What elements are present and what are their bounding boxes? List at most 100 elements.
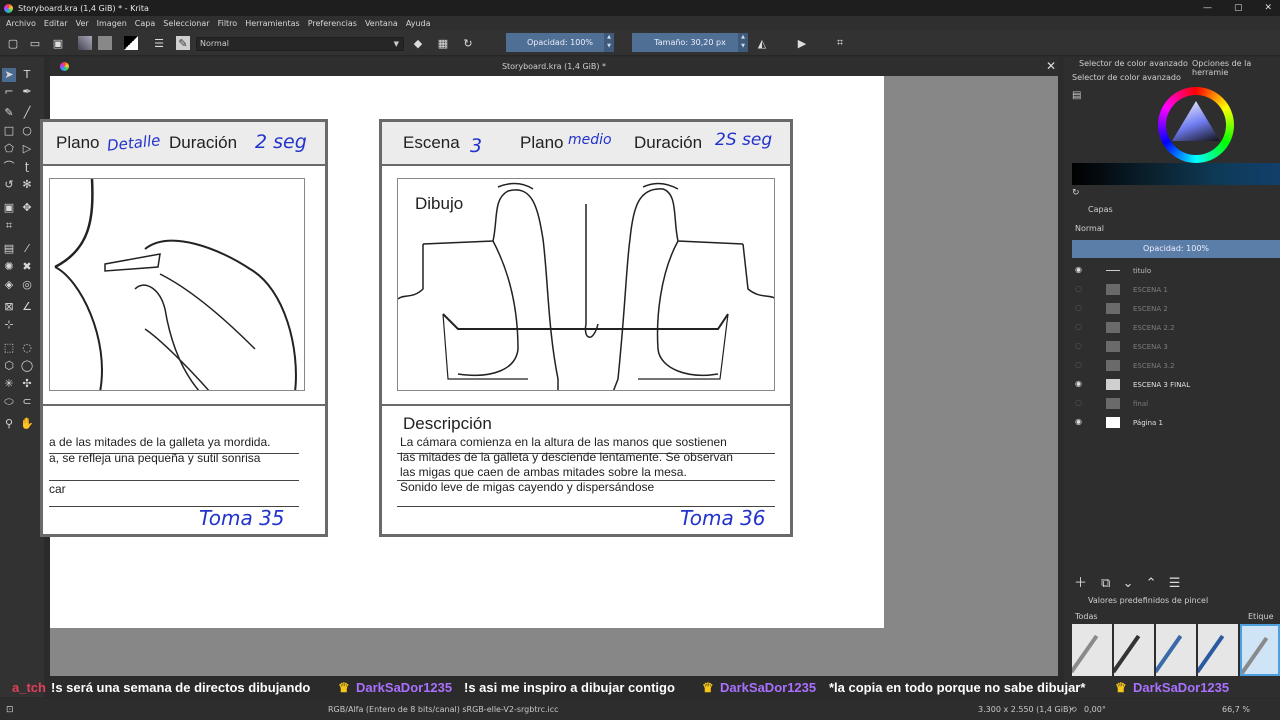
edit-shapes-icon[interactable]: ⌐: [2, 85, 16, 99]
multibrush-icon[interactable]: ✻: [20, 178, 34, 192]
eye-icon[interactable]: ◉: [1075, 380, 1084, 388]
color-history-strip[interactable]: [1072, 163, 1280, 185]
rotation-value[interactable]: 0,00°: [1084, 705, 1106, 714]
fill-tool-icon[interactable]: ◈: [2, 278, 16, 292]
layer-row[interactable]: ○ ESCENA 2.2: [1072, 318, 1280, 337]
brush-preset-item[interactable]: [1114, 624, 1154, 676]
pattern-swatch-icon[interactable]: [98, 36, 112, 50]
polygon-select-icon[interactable]: ⬡: [2, 359, 16, 373]
rectangle-tool-icon[interactable]: □: [2, 124, 16, 138]
size-slider[interactable]: Tamaño: 30,20 px ▲ ▼: [632, 33, 748, 52]
crop-icon[interactable]: ⌗: [833, 36, 847, 50]
pan-tool-icon[interactable]: ✋: [20, 417, 34, 431]
eye-icon[interactable]: ◉: [1075, 418, 1084, 426]
eye-hidden-icon[interactable]: ○: [1075, 323, 1084, 331]
color-picker-icon[interactable]: ⁄: [20, 242, 34, 256]
status-brush-icon[interactable]: ⊡: [6, 705, 14, 715]
select-tool-icon[interactable]: ➤: [2, 68, 16, 82]
text-tool-icon[interactable]: T: [20, 68, 34, 82]
alpha-lock-icon[interactable]: ▦: [436, 36, 450, 50]
brush-preset-item[interactable]: [1198, 624, 1238, 676]
polygon-tool-icon[interactable]: ⬠: [2, 142, 16, 156]
menu-filtro[interactable]: Filtro: [218, 19, 238, 28]
color-wheel[interactable]: [1158, 87, 1234, 163]
close-document-icon[interactable]: ✕: [1046, 57, 1056, 76]
layer-row[interactable]: ○ ESCENA 1: [1072, 280, 1280, 299]
refresh-icon[interactable]: ↻: [1072, 188, 1080, 198]
ellipse-select-icon[interactable]: ◌: [20, 341, 34, 355]
layer-row[interactable]: ◉ Página 1: [1072, 413, 1280, 432]
layer-row[interactable]: ○ ESCENA 3.2: [1072, 356, 1280, 375]
opacity-spin-icon[interactable]: ▲ ▼: [604, 33, 614, 52]
bezier-tool-icon[interactable]: ⌒: [2, 160, 16, 174]
layer-row[interactable]: ◉ titulo: [1072, 261, 1280, 280]
layer-row[interactable]: ○ final: [1072, 394, 1280, 413]
layer-properties-icon[interactable]: ☰: [1169, 576, 1181, 591]
canvas-page[interactable]: Plano Detalle Duración 2 seg a de las mi…: [40, 76, 884, 628]
menu-seleccionar[interactable]: Seleccionar: [163, 19, 209, 28]
colorize-mask-icon[interactable]: ✖: [20, 260, 34, 274]
gradient-tool-icon[interactable]: ▤: [2, 242, 16, 256]
minimize-button[interactable]: —: [1203, 0, 1212, 16]
size-spin-icon[interactable]: ▲ ▼: [738, 33, 748, 52]
ellipse-tool-icon[interactable]: ○: [20, 124, 34, 138]
eye-hidden-icon[interactable]: ○: [1075, 285, 1084, 293]
zoom-level[interactable]: 66,7 %: [1222, 705, 1250, 714]
tab-tool-options[interactable]: Opciones de la herramie: [1192, 59, 1280, 77]
mirror-vertical-icon[interactable]: ▶: [795, 36, 809, 50]
eye-hidden-icon[interactable]: ○: [1075, 361, 1084, 369]
assistant-tool-icon[interactable]: ⊠: [2, 300, 16, 314]
layer-opacity-slider[interactable]: Opacidad: 100%: [1072, 240, 1280, 258]
add-layer-icon[interactable]: ＋: [1074, 576, 1087, 591]
brush-tool-icon[interactable]: ✎: [2, 106, 16, 120]
eraser-icon[interactable]: ◆: [411, 36, 425, 50]
eye-icon[interactable]: ◉: [1075, 266, 1084, 274]
menu-ver[interactable]: Ver: [76, 19, 89, 28]
brush-preset-item-selected[interactable]: [1240, 624, 1280, 676]
transform-tool-icon[interactable]: ▣: [2, 201, 16, 215]
layer-row[interactable]: ○ ESCENA 3: [1072, 337, 1280, 356]
eye-hidden-icon[interactable]: ○: [1075, 304, 1084, 312]
gradient-swatch-icon[interactable]: [78, 36, 92, 50]
opacity-slider[interactable]: Opacidad: 100% ▲ ▼: [506, 33, 614, 52]
fg-bg-color-icon[interactable]: [124, 36, 138, 50]
layer-row[interactable]: ○ ESCENA 2: [1072, 299, 1280, 318]
open-folder-icon[interactable]: ▭: [28, 36, 42, 50]
zoom-tool-icon[interactable]: ⚲: [2, 417, 16, 431]
bezier-select-icon[interactable]: ⬭: [2, 395, 16, 409]
dynamic-brush-icon[interactable]: ↺: [2, 178, 16, 192]
brush-preset-icon[interactable]: ✎: [176, 36, 190, 50]
menu-preferencias[interactable]: Preferencias: [308, 19, 357, 28]
eye-hidden-icon[interactable]: ○: [1075, 399, 1084, 407]
tab-advanced-color-selector[interactable]: Selector de color avanzado: [1079, 59, 1188, 68]
menu-ventana[interactable]: Ventana: [365, 19, 398, 28]
move-tool-icon[interactable]: ✥: [20, 201, 34, 215]
save-icon[interactable]: ▣: [51, 36, 65, 50]
freehand-path-icon[interactable]: ʈ: [20, 160, 34, 174]
magnetic-select-icon[interactable]: ⊂: [20, 395, 34, 409]
layer-row[interactable]: ◉ ESCENA 3 FINAL: [1072, 375, 1280, 394]
crop-tool-icon[interactable]: ⌗: [2, 219, 16, 233]
presets-tag-select[interactable]: Etique: [1248, 612, 1273, 621]
menu-herramientas[interactable]: Herramientas: [245, 19, 300, 28]
presets-filter-select[interactable]: Todas: [1075, 612, 1098, 621]
menu-imagen[interactable]: Imagen: [97, 19, 127, 28]
polyline-tool-icon[interactable]: ▷: [20, 142, 34, 156]
calligraphy-icon[interactable]: ✒: [20, 85, 34, 99]
move-up-icon[interactable]: ⌃: [1146, 576, 1157, 591]
color-settings-icon[interactable]: ▤: [1072, 90, 1081, 101]
duplicate-layer-icon[interactable]: ⧉: [1101, 576, 1110, 591]
maximize-button[interactable]: ▢: [1234, 0, 1243, 16]
menu-capa[interactable]: Capa: [135, 19, 155, 28]
new-document-icon[interactable]: ▢: [6, 36, 20, 50]
document-tab[interactable]: Storyboard.kra (1,4 GiB) * ✕: [50, 57, 1058, 76]
layer-blend-mode[interactable]: Normal: [1075, 224, 1104, 233]
freehand-select-icon[interactable]: ◯: [20, 359, 34, 373]
canvas-area[interactable]: Plano Detalle Duración 2 seg a de las mi…: [40, 76, 1058, 676]
menu-archivo[interactable]: Archivo: [6, 19, 36, 28]
rect-select-icon[interactable]: ⬚: [2, 341, 16, 355]
brush-settings-icon[interactable]: ☰: [152, 36, 166, 50]
brush-preset-item[interactable]: [1156, 624, 1196, 676]
line-tool-icon[interactable]: ╱: [20, 106, 34, 120]
close-window-button[interactable]: ✕: [1264, 0, 1272, 16]
